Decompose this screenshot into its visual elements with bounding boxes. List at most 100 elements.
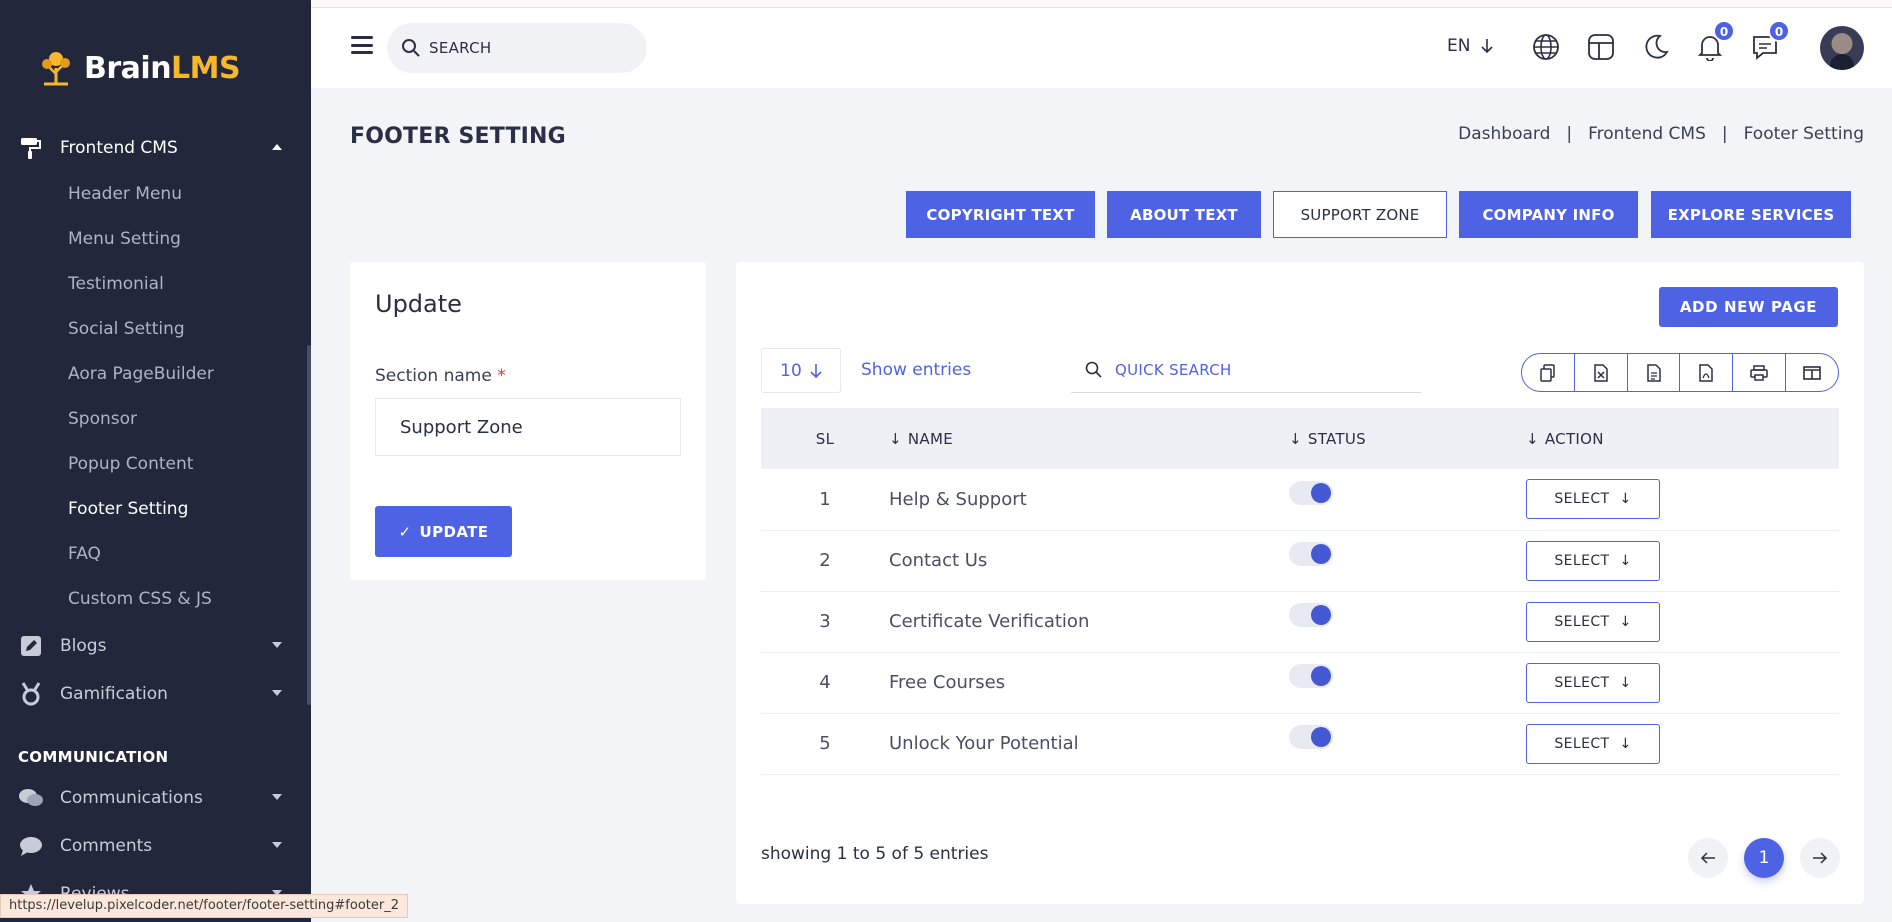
sidebar-group-label: Frontend CMS — [60, 138, 178, 158]
print-icon[interactable] — [1732, 354, 1785, 391]
layout-icon[interactable] — [1584, 30, 1618, 64]
avatar[interactable] — [1820, 26, 1864, 70]
column-header-action[interactable]: ↓ ACTION — [1526, 408, 1839, 469]
table-row: 5 Unlock Your Potential SELECT ↓ — [761, 713, 1839, 775]
arrow-right-icon — [1813, 852, 1828, 864]
sidebar-item-aora-pagebuilder[interactable]: Aora PageBuilder — [68, 360, 214, 388]
menu-toggle-icon[interactable] — [351, 36, 373, 54]
globe-icon[interactable] — [1529, 30, 1563, 64]
section-name-input[interactable] — [375, 398, 681, 456]
sidebar-item-footer-setting[interactable]: Footer Setting — [68, 495, 188, 523]
entries-per-page-select[interactable]: 10 — [761, 348, 841, 393]
row-action: SELECT ↓ — [1526, 713, 1839, 775]
arrow-down-icon: ↓ — [1619, 491, 1632, 508]
message-count-badge: 0 — [1768, 20, 1790, 42]
copy-icon[interactable] — [1522, 354, 1574, 391]
chat-bubbles-icon — [18, 786, 44, 810]
comment-icon — [18, 834, 44, 858]
tab-copyright-text[interactable]: COPYRIGHT TEXT — [906, 191, 1095, 238]
tab-about-text[interactable]: ABOUT TEXT — [1107, 191, 1261, 238]
breadcrumb-separator: | — [1566, 124, 1573, 144]
message-icon[interactable]: 0 — [1748, 20, 1790, 64]
columns-icon[interactable] — [1785, 354, 1838, 391]
sidebar-item-sponsor[interactable]: Sponsor — [68, 405, 137, 433]
row-action: SELECT ↓ — [1526, 530, 1839, 592]
status-toggle[interactable] — [1289, 480, 1333, 505]
page-number-button[interactable]: 1 — [1744, 838, 1784, 878]
excel-icon[interactable] — [1573, 354, 1627, 391]
status-toggle[interactable] — [1289, 725, 1333, 749]
entries-value: 10 — [780, 360, 802, 381]
table-row: 2 Contact Us SELECT ↓ — [761, 530, 1839, 592]
brand-name: BrainLMS — [84, 50, 241, 86]
pagination-info: showing 1 to 5 of 5 entries — [761, 844, 989, 864]
row-action: SELECT ↓ — [1526, 591, 1839, 653]
sidebar-item-testimonial[interactable]: Testimonial — [68, 270, 164, 298]
action-select-button[interactable]: SELECT ↓ — [1526, 540, 1660, 581]
tab-explore-services[interactable]: EXPLORE SERVICES — [1651, 191, 1851, 238]
tab-support-zone[interactable]: SUPPORT ZONE — [1273, 191, 1447, 238]
row-status — [1289, 713, 1526, 775]
sidebar-item-custom-css-js[interactable]: Custom CSS & JS — [68, 585, 212, 613]
action-select-button[interactable]: SELECT ↓ — [1526, 479, 1660, 520]
notification-bell-icon[interactable]: 0 — [1693, 20, 1735, 64]
breadcrumb-item-dashboard[interactable]: Dashboard — [1458, 124, 1550, 144]
sidebar-group-comments[interactable]: Comments — [0, 824, 300, 868]
pdf-icon[interactable] — [1679, 354, 1732, 391]
row-status — [1289, 652, 1526, 714]
arrow-down-icon: ↓ — [1619, 552, 1632, 569]
action-select-button[interactable]: SELECT ↓ — [1526, 662, 1660, 703]
global-search[interactable] — [387, 23, 647, 73]
sort-arrow-icon: ↓ — [1289, 429, 1302, 448]
sidebar-item-menu-setting[interactable]: Menu Setting — [68, 225, 181, 253]
status-toggle[interactable] — [1289, 603, 1333, 627]
action-select-button[interactable]: SELECT ↓ — [1526, 723, 1660, 764]
status-toggle[interactable] — [1289, 542, 1333, 566]
sidebar-group-label: Gamification — [60, 684, 168, 704]
quick-search[interactable] — [1071, 348, 1421, 393]
status-bar-url: https://levelup.pixelcoder.net/footer/fo… — [0, 894, 408, 918]
column-header-name[interactable]: ↓ NAME — [889, 408, 1289, 469]
row-name: Contact Us — [889, 530, 1289, 592]
quick-search-input[interactable] — [1115, 361, 1405, 379]
sidebar-group-frontend-cms[interactable]: Frontend CMS — [0, 126, 300, 170]
action-select-button[interactable]: SELECT ↓ — [1526, 601, 1660, 642]
sidebar-scrollbar[interactable] — [307, 345, 311, 705]
arrow-down-icon — [810, 363, 822, 378]
page-title: FOOTER SETTING — [350, 124, 566, 149]
search-icon — [402, 39, 420, 57]
sidebar-item-faq[interactable]: FAQ — [68, 540, 101, 568]
sidebar-group-gamification[interactable]: Gamification — [0, 672, 300, 716]
sidebar-item-header-menu[interactable]: Header Menu — [68, 180, 182, 208]
row-sl: 3 — [761, 591, 889, 653]
update-button[interactable]: ✓ UPDATE — [375, 506, 512, 557]
column-header-status[interactable]: ↓ STATUS — [1289, 408, 1526, 469]
update-button-label: UPDATE — [419, 522, 489, 541]
topbar: EN 0 0 — [311, 8, 1892, 88]
section-name-label: Section name * — [375, 366, 506, 386]
brand-logo[interactable]: BrainLMS — [36, 44, 241, 92]
paint-roller-icon — [18, 136, 44, 160]
csv-icon[interactable] — [1626, 354, 1680, 391]
sidebar-item-social-setting[interactable]: Social Setting — [68, 315, 185, 343]
status-toggle[interactable] — [1289, 664, 1333, 688]
next-page-button[interactable] — [1800, 838, 1840, 878]
caret-down-icon — [272, 794, 282, 800]
prev-page-button[interactable] — [1688, 838, 1728, 878]
row-sl: 5 — [761, 713, 889, 775]
language-selector[interactable]: EN — [1447, 36, 1494, 56]
table-row: 1 Help & Support SELECT ↓ — [761, 469, 1839, 531]
arrow-down-icon: ↓ — [1619, 735, 1632, 752]
brain-tree-logo-icon — [42, 52, 70, 86]
breadcrumb-item-frontend-cms[interactable]: Frontend CMS — [1588, 124, 1706, 144]
sidebar-group-communications[interactable]: Communications — [0, 776, 300, 820]
tab-company-info[interactable]: COMPANY INFO — [1459, 191, 1638, 238]
column-header-sl[interactable]: SL — [761, 408, 889, 469]
sidebar-group-blogs[interactable]: Blogs — [0, 624, 300, 668]
medal-icon — [18, 682, 44, 706]
search-input[interactable] — [429, 39, 629, 57]
add-new-page-button[interactable]: ADD NEW PAGE — [1659, 287, 1838, 327]
sidebar-item-popup-content[interactable]: Popup Content — [68, 450, 193, 478]
moon-icon[interactable] — [1639, 30, 1673, 64]
sidebar-group-label: Comments — [60, 836, 153, 856]
